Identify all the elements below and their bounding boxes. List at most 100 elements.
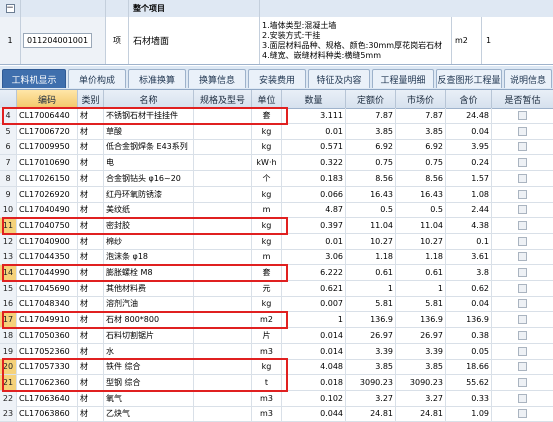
row-number[interactable]: 9 [0,186,17,202]
provisional-checkbox[interactable] [518,205,527,215]
table-row[interactable]: 16 CL17048340 材溶剂汽油 kg 0.007 5.81 5.81 0.04 [0,296,553,313]
code-cell: CL17006440 [17,108,78,123]
header-category[interactable]: 类别 [78,90,104,108]
row-number[interactable]: 18 [0,327,17,343]
item-code[interactable]: 011204001001 [23,33,93,48]
provisional-cell [492,139,553,154]
item-row[interactable]: 1 011204001001 项 石材墙面 1.墙体类型:混凝土墙 2.安装方式… [0,17,553,65]
table-row[interactable]: 5 CL17006720 材草酸 kg 0.01 3.85 3.85 0.04 [0,123,553,140]
tab-standard-conversion[interactable]: 标准换算 [128,69,186,88]
header-spec[interactable]: 规格及型号 [194,90,252,108]
row-number[interactable]: 11 [0,217,17,233]
row-number[interactable]: 20 [0,359,17,375]
table-row[interactable]: 9 CL17026920 材红丹环氧防锈漆 kg 0.066 16.43 16.43 1.08 [0,186,553,203]
table-row[interactable]: 7 CL17010690 材电 kW·h 0.322 0.75 0.75 0.24 [0,155,553,172]
provisional-checkbox[interactable] [518,315,527,325]
table-row[interactable]: 13 CL17044350 材泡沫条 φ18 m 3.06 1.18 1.18 3.61 [0,249,553,266]
table-row[interactable]: 14 CL17044990 材膨胀螺栓 M8 套 6.222 0.61 0.61 3.8 [0,265,553,281]
header-name[interactable]: 名称 [104,90,194,108]
header-unit[interactable]: 单位 [252,90,282,108]
row-number[interactable]: 8 [0,170,17,186]
spec-cell [194,280,252,296]
table-row[interactable]: 6 CL17009950 材低合金钢焊条 E43系列 kg 0.571 6.92 6.92 3… [0,139,553,156]
spec-cell [194,155,252,171]
provisional-checkbox[interactable] [518,330,527,340]
provisional-checkbox[interactable] [518,189,527,199]
provisional-checkbox[interactable] [518,362,527,372]
table-row[interactable]: 17 CL17049910 材石材 800*800 m2 1 136.9 136.9 136.… [0,312,553,329]
tab-unit-price[interactable]: 单价构成 [68,69,126,88]
table-row[interactable]: 23 CL17063860 材乙炔气 m3 0.044 24.81 24.81 1.09 [0,406,553,422]
row-number[interactable]: 12 [0,233,17,249]
row-number[interactable]: 4 [0,108,17,123]
provisional-checkbox[interactable] [518,409,527,419]
spec-cell [194,249,252,265]
row-number[interactable]: 17 [0,312,17,328]
provisional-checkbox[interactable] [518,126,527,136]
name-cell: 溶剂汽油 [104,296,194,312]
header-provisional[interactable]: 是否暂估 [492,90,553,108]
table-header: 编码 类别 名称 规格及型号 单位 数量 定额价 市场价 含价 是否暂估 [0,90,553,109]
tab-conversion-info[interactable]: 换算信息 [188,69,246,88]
category-cell: 材 [78,343,104,359]
tab-material-display[interactable]: 工料机显示 [2,69,66,88]
provisional-checkbox[interactable] [518,142,527,152]
row-number[interactable]: 6 [0,139,17,155]
provisional-checkbox[interactable] [518,158,527,168]
provisional-checkbox[interactable] [518,220,527,230]
tab-reverse-lookup[interactable]: 反查图形工程量 [436,69,502,88]
table-row[interactable]: 19 CL17052360 材水 m3 0.014 3.39 3.39 0.05 [0,343,553,360]
header-quota-price[interactable]: 定额价 [346,90,396,108]
tab-install-fee[interactable]: 安装费用 [248,69,306,88]
table-row[interactable]: 8 CL17026150 材合金钢钻头 φ16~20 个 0.183 8.56 8.56 1.… [0,170,553,187]
quantity-cell: 0.322 [282,155,346,171]
header-market-price[interactable]: 市场价 [396,90,446,108]
provisional-checkbox[interactable] [518,393,527,403]
tab-features[interactable]: 特征及内容 [308,69,370,88]
table-row[interactable]: 11 CL17040750 材密封胶 kg 0.397 11.04 11.04 4.38 [0,217,553,234]
table-row[interactable]: 22 CL17063640 材氧气 m3 0.102 3.27 3.27 0.33 [0,390,553,407]
tab-description[interactable]: 说明信息 [504,69,552,88]
collapse-icon[interactable]: − [5,4,15,13]
code-cell: CL17045690 [17,280,78,296]
provisional-checkbox[interactable] [518,299,527,309]
row-number[interactable]: 23 [0,406,17,422]
category-cell: 材 [78,265,104,280]
row-number[interactable]: 15 [0,280,17,296]
row-number[interactable]: 19 [0,343,17,359]
header-code[interactable]: 编码 [17,90,78,108]
provisional-checkbox[interactable] [518,377,527,387]
table-row[interactable]: 4 CL17006440 材不锈钢石材干挂挂件套 3.111 7.87 7.87 24.48 [0,108,553,124]
provisional-checkbox[interactable] [518,346,527,356]
table-row[interactable]: 21 CL17062360 材型钢 综合 t 0.018 3090.23 3090.23 55… [0,374,553,391]
group-row[interactable]: − 整个项目 [0,0,553,18]
unit-cell: m3 [252,390,282,406]
provisional-checkbox[interactable] [518,173,527,183]
provisional-checkbox[interactable] [518,111,527,120]
row-number[interactable]: 13 [0,249,17,265]
item-code-cell[interactable]: 011204001001 [21,17,106,64]
table-row[interactable]: 12 CL17040900 材棉纱 kg 0.01 10.27 10.27 0.1 [0,233,553,250]
quota-price-cell: 3.85 [346,359,396,375]
header-total-price[interactable]: 含价 [446,90,492,108]
row-number[interactable]: 22 [0,390,17,406]
row-number[interactable]: 5 [0,123,17,139]
row-number[interactable]: 10 [0,202,17,218]
row-number[interactable]: 21 [0,374,17,390]
row-number[interactable]: 16 [0,296,17,312]
table-row[interactable]: 18 CL17050360 材石料切割锯片片 0.014 26.97 26.97 0.38 [0,327,553,344]
header-quantity[interactable]: 数量 [282,90,346,108]
total-price-cell: 1.09 [446,406,492,422]
row-number[interactable]: 7 [0,155,17,171]
provisional-checkbox[interactable] [518,252,527,262]
provisional-checkbox[interactable] [518,236,527,246]
name-cell: 红丹环氧防锈漆 [104,186,194,202]
table-row[interactable]: 15 CL17045690 材其他材料费元 0.621 1 1 0.62 [0,280,553,297]
quota-price-cell: 1 [346,280,396,296]
tab-quantity-detail[interactable]: 工程量明细 [372,69,434,88]
provisional-checkbox[interactable] [518,268,527,277]
table-row[interactable]: 10 CL17040490 材美纹纸 m 4.87 0.5 0.5 2.44 [0,202,553,219]
provisional-checkbox[interactable] [518,283,527,293]
table-row[interactable]: 20 CL17057330 材铁件 综合 kg 4.048 3.85 3.85 18.66 [0,359,553,376]
row-number[interactable]: 14 [0,265,17,280]
